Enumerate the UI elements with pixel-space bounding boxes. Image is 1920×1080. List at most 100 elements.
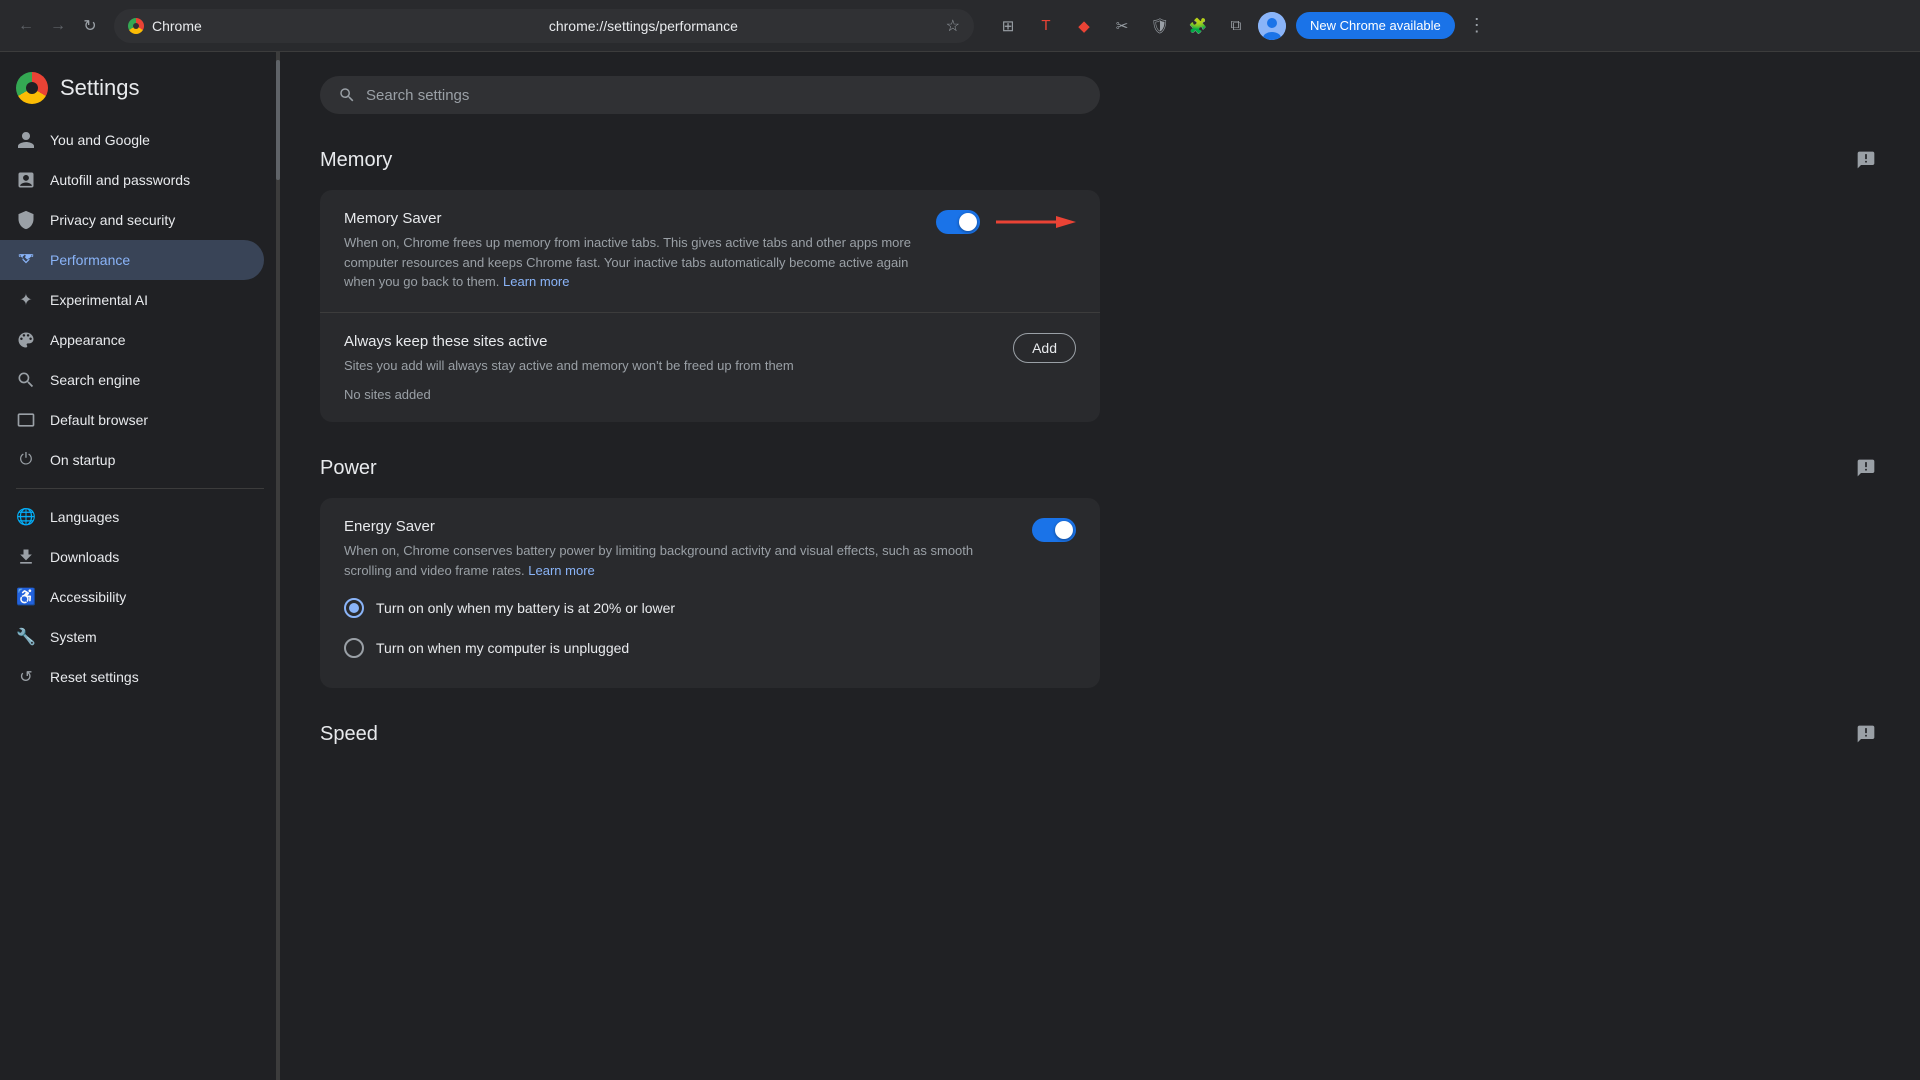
default-browser-icon (16, 410, 36, 430)
split-icon[interactable]: ⧉ (1220, 10, 1252, 42)
languages-icon: 🌐 (16, 507, 36, 527)
sidebar-label-privacy: Privacy and security (50, 212, 175, 228)
memory-info-icon[interactable] (1852, 146, 1880, 174)
sidebar-item-autofill[interactable]: Autofill and passwords (0, 160, 264, 200)
sidebar-label-reset: Reset settings (50, 669, 139, 685)
downloads-icon (16, 547, 36, 567)
memory-saver-toggle-knob (959, 213, 977, 231)
sidebar-item-accessibility[interactable]: ♿ Accessibility (0, 577, 264, 617)
sidebar-label-you-and-google: You and Google (50, 132, 150, 148)
sidebar-item-default-browser[interactable]: Default browser (0, 400, 264, 440)
autofill-icon (16, 170, 36, 190)
energy-saver-desc: When on, Chrome conserves battery power … (344, 541, 1016, 580)
always-keep-header: Always keep these sites active Sites you… (344, 333, 1076, 376)
speed-info-icon[interactable] (1852, 720, 1880, 748)
sidebar-label-downloads: Downloads (50, 549, 119, 565)
sidebar-label-system: System (50, 629, 97, 645)
radio-unplugged[interactable]: Turn on when my computer is unplugged (344, 628, 1076, 668)
sidebar-item-you-and-google[interactable]: You and Google (0, 120, 264, 160)
tp-icon[interactable]: T (1030, 10, 1062, 42)
energy-saver-header: Energy Saver When on, Chrome conserves b… (344, 518, 1076, 580)
person-icon (16, 130, 36, 150)
energy-saver-toggle[interactable] (1032, 518, 1076, 542)
search-bar[interactable] (320, 76, 1100, 114)
memory-title: Memory (320, 149, 392, 172)
avatar-image (1258, 12, 1286, 40)
refresh-button[interactable]: ↻ (76, 12, 104, 40)
sidebar-item-privacy[interactable]: Privacy and security (0, 200, 264, 240)
nav-buttons: ← → ↻ (12, 12, 104, 40)
capture-icon[interactable]: ✂ (1106, 10, 1138, 42)
scrollbar[interactable] (276, 52, 280, 1080)
memory-saver-header: Memory Saver When on, Chrome frees up me… (344, 210, 1076, 292)
new-chrome-button[interactable]: New Chrome available (1296, 12, 1455, 39)
system-icon: 🔧 (16, 627, 36, 647)
always-keep-sites-section: Always keep these sites active Sites you… (320, 313, 1100, 423)
sidebar-label-default-browser: Default browser (50, 412, 148, 428)
sidebar-item-search-engine[interactable]: Search engine (0, 360, 264, 400)
screenshot-icon[interactable]: ⊞ (992, 10, 1024, 42)
save-icon[interactable]: ◆ (1068, 10, 1100, 42)
sidebar-item-performance[interactable]: Performance (0, 240, 264, 280)
memory-saver-learn-more[interactable]: Learn more (503, 274, 569, 289)
profile-avatar[interactable] (1258, 12, 1286, 40)
memory-saver-section: Memory Saver When on, Chrome frees up me… (320, 190, 1100, 313)
address-url: chrome://settings/performance (549, 18, 938, 34)
arrow-annotation (996, 210, 1076, 234)
sidebar-item-experimental-ai[interactable]: ✦ Experimental AI (0, 280, 264, 320)
sidebar-label-languages: Languages (50, 509, 119, 525)
memory-saver-text: Memory Saver When on, Chrome frees up me… (344, 210, 920, 292)
extensions-icon[interactable]: 🧩 (1182, 10, 1214, 42)
sidebar: Settings You and Google Autofill and pas… (0, 52, 280, 1080)
radio-unplugged-label: Turn on when my computer is unplugged (376, 640, 629, 656)
sidebar-item-languages[interactable]: 🌐 Languages (0, 497, 264, 537)
search-icon (338, 86, 356, 104)
sidebar-item-appearance[interactable]: Appearance (0, 320, 264, 360)
sidebar-item-downloads[interactable]: Downloads (0, 537, 264, 577)
sidebar-divider (16, 488, 264, 489)
shield-toolbar-icon[interactable]: 🛡 (1144, 10, 1176, 42)
settings-header: Settings (0, 64, 280, 120)
power-card: Energy Saver When on, Chrome conserves b… (320, 498, 1100, 688)
sidebar-item-reset[interactable]: ↺ Reset settings (0, 657, 264, 697)
memory-card: Memory Saver When on, Chrome frees up me… (320, 190, 1100, 422)
sidebar-label-experimental-ai: Experimental AI (50, 292, 148, 308)
radio-battery-20-label: Turn on only when my battery is at 20% o… (376, 600, 675, 616)
reset-icon: ↺ (16, 667, 36, 687)
memory-saver-toggle[interactable] (936, 210, 980, 234)
sidebar-item-system[interactable]: 🔧 System (0, 617, 264, 657)
red-arrow-icon (996, 210, 1076, 234)
speed-title: Speed (320, 723, 378, 746)
energy-saver-radio-group: Turn on only when my battery is at 20% o… (344, 588, 1076, 668)
forward-button[interactable]: → (44, 12, 72, 40)
radio-battery-20[interactable]: Turn on only when my battery is at 20% o… (344, 588, 1076, 628)
speed-section-header: Speed (320, 720, 1880, 748)
appearance-icon (16, 330, 36, 350)
memory-saver-title: Memory Saver (344, 210, 920, 227)
bookmark-icon[interactable]: ☆ (946, 16, 960, 36)
address-bar[interactable]: Chrome chrome://settings/performance ☆ (114, 9, 974, 43)
sidebar-item-on-startup[interactable]: ⏻ On startup (0, 440, 264, 480)
always-keep-desc: Sites you add will always stay active an… (344, 356, 794, 376)
privacy-shield-icon (16, 210, 36, 230)
sidebar-label-search-engine: Search engine (50, 372, 140, 388)
radio-battery-20-circle (344, 598, 364, 618)
memory-section-header: Memory (320, 146, 1880, 174)
always-keep-title: Always keep these sites active (344, 333, 794, 350)
add-site-button[interactable]: Add (1013, 333, 1076, 363)
energy-saver-title: Energy Saver (344, 518, 1016, 535)
performance-icon (16, 250, 36, 270)
search-engine-icon (16, 370, 36, 390)
chrome-menu-button[interactable]: ⋮ (1461, 10, 1493, 42)
settings-logo (16, 72, 48, 104)
power-info-icon[interactable] (1852, 454, 1880, 482)
power-title: Power (320, 457, 377, 480)
search-input[interactable] (366, 87, 1082, 104)
browser-toolbar: ← → ↻ Chrome chrome://settings/performan… (0, 0, 1920, 52)
back-button[interactable]: ← (12, 12, 40, 40)
settings-title: Settings (60, 75, 140, 101)
sidebar-label-autofill: Autofill and passwords (50, 172, 190, 188)
energy-saver-learn-more[interactable]: Learn more (528, 563, 594, 578)
address-label: Chrome (152, 18, 541, 34)
memory-saver-desc: When on, Chrome frees up memory from ina… (344, 233, 920, 292)
